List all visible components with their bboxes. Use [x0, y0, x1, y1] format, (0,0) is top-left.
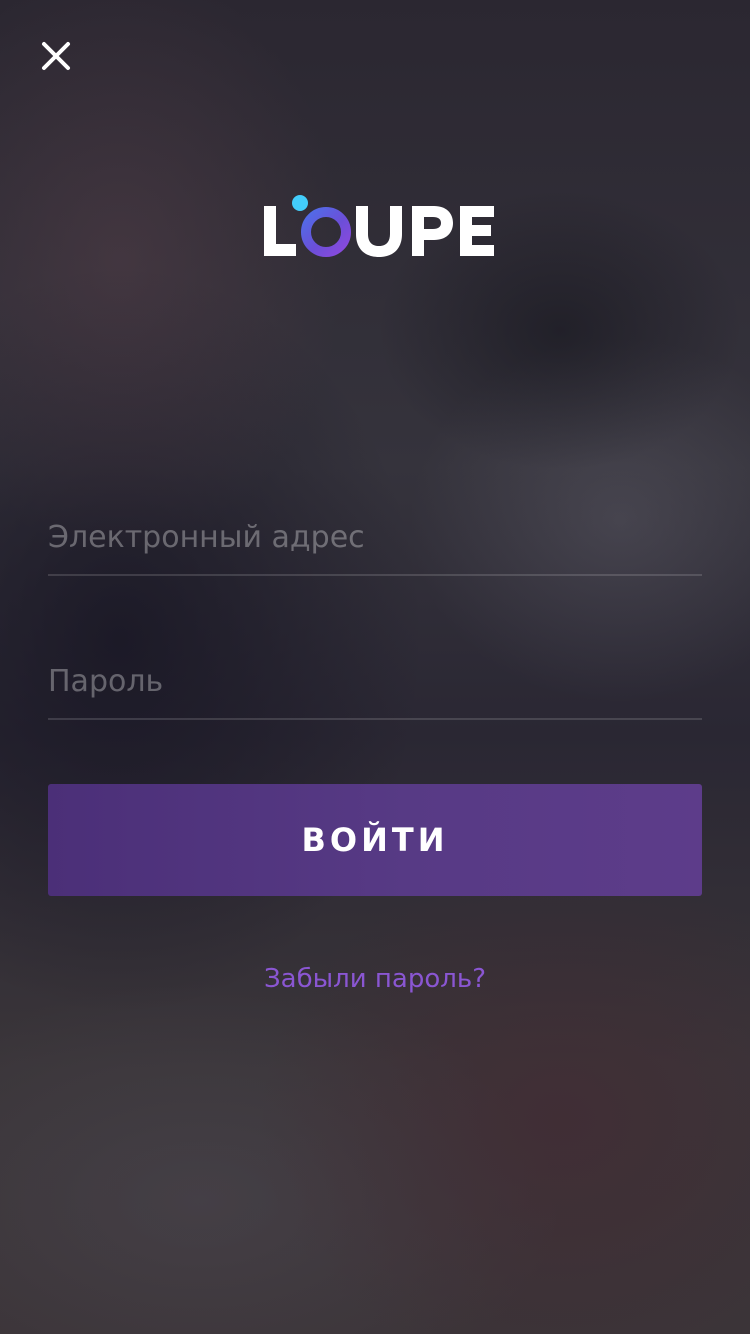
password-field-container [48, 644, 702, 720]
close-button[interactable] [30, 30, 82, 82]
loupe-logo [264, 195, 494, 257]
password-field[interactable] [48, 644, 702, 718]
email-field-container [48, 500, 702, 576]
login-button[interactable]: ВОЙТИ [48, 784, 702, 896]
close-icon [42, 42, 70, 70]
email-field[interactable] [48, 500, 702, 574]
forgot-password-link[interactable]: Забыли пароль? [0, 964, 750, 994]
